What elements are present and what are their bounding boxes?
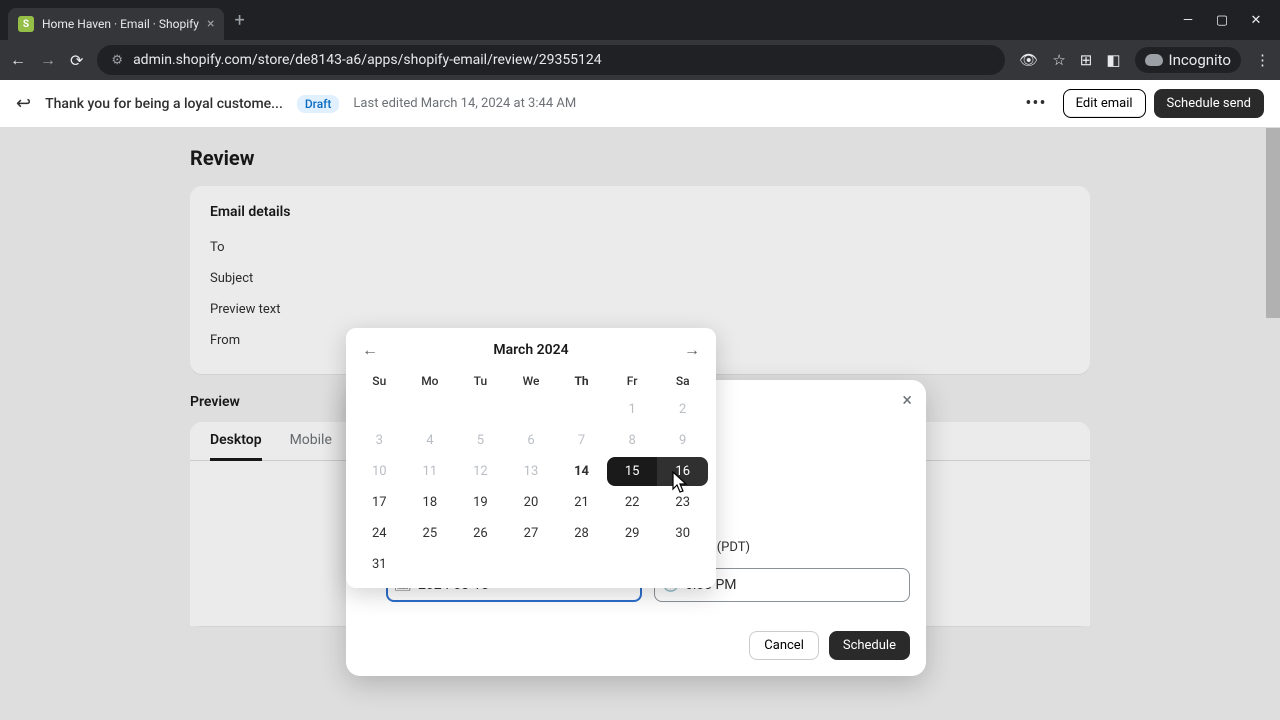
page-body: Review Email details To Subject Preview … xyxy=(0,128,1280,720)
incognito-label: Incognito xyxy=(1169,51,1231,69)
browser-tab-strip: S Home Haven · Email · Shopify × + — ▢ ✕ xyxy=(0,0,1280,40)
schedule-button[interactable]: Schedule xyxy=(829,631,910,660)
calendar-day[interactable]: 28 xyxy=(556,519,607,548)
calendar-dow: We xyxy=(506,368,557,394)
calendar-day[interactable]: 16 xyxy=(657,457,708,486)
last-edited-text: Last edited March 14, 2024 at 3:44 AM xyxy=(353,96,576,111)
calendar-day[interactable]: 19 xyxy=(455,488,506,517)
status-badge: Draft xyxy=(297,95,340,113)
calendar-day: 6 xyxy=(506,426,557,455)
calendar-day: 12 xyxy=(455,457,506,486)
calendar-day[interactable]: 17 xyxy=(354,488,405,517)
calendar-dow: Fr xyxy=(607,368,658,394)
calendar-day: 7 xyxy=(556,426,607,455)
bookmark-star-icon[interactable]: ☆ xyxy=(1052,51,1065,69)
calendar-day[interactable]: 20 xyxy=(506,488,557,517)
calendar-popover: ← March 2024 → SuMoTuWeThFrSa 1234567891… xyxy=(346,328,716,588)
calendar-prev-icon[interactable]: ← xyxy=(362,340,378,360)
calendar-day[interactable]: 25 xyxy=(405,519,456,548)
nav-forward-icon[interactable]: → xyxy=(40,50,56,70)
calendar-day[interactable]: 26 xyxy=(455,519,506,548)
calendar-day: 1 xyxy=(607,395,658,424)
calendar-day[interactable]: 27 xyxy=(506,519,557,548)
calendar-day[interactable]: 31 xyxy=(354,550,405,579)
url-text: admin.shopify.com/store/de8143-a6/apps/s… xyxy=(133,52,602,68)
calendar-dow: Mo xyxy=(405,368,456,394)
calendar-day: 13 xyxy=(506,457,557,486)
calendar-dow: Su xyxy=(354,368,405,394)
calendar-dow: Th xyxy=(556,368,607,394)
browser-menu-icon[interactable]: ⋮ xyxy=(1255,51,1270,69)
calendar-day: 9 xyxy=(657,426,708,455)
incognito-icon xyxy=(1145,54,1163,66)
calendar-month-title: March 2024 xyxy=(493,342,568,358)
calendar-day: 2 xyxy=(657,395,708,424)
reload-icon[interactable]: ⟳ xyxy=(70,51,83,70)
window-controls: — ▢ ✕ xyxy=(1180,13,1272,28)
calendar-day: 10 xyxy=(354,457,405,486)
tab-close-icon[interactable]: × xyxy=(207,16,214,32)
app-header: ↩ Thank you for being a loyal custome...… xyxy=(0,80,1280,128)
calendar-day: 8 xyxy=(607,426,658,455)
schedule-send-button[interactable]: Schedule send xyxy=(1154,89,1264,118)
calendar-dow: Sa xyxy=(657,368,708,394)
incognito-indicator[interactable]: Incognito xyxy=(1135,47,1241,73)
close-window-icon[interactable]: ✕ xyxy=(1248,13,1264,28)
calendar-day[interactable]: 21 xyxy=(556,488,607,517)
modal-close-icon[interactable]: × xyxy=(902,390,912,411)
back-icon[interactable]: ↩ xyxy=(16,93,31,114)
side-panel-icon[interactable]: ◧ xyxy=(1106,51,1120,69)
calendar-day[interactable]: 14 xyxy=(556,457,607,486)
minimize-icon[interactable]: — xyxy=(1180,13,1196,28)
timezone-label: (PDT) xyxy=(717,540,750,555)
cancel-button[interactable]: Cancel xyxy=(749,631,819,660)
nav-back-icon[interactable]: ← xyxy=(10,50,26,70)
extensions-icon[interactable]: ⊞ xyxy=(1080,51,1093,69)
browser-toolbar: ← → ⟳ ⚙ admin.shopify.com/store/de8143-a… xyxy=(0,40,1280,80)
calendar-day[interactable]: 29 xyxy=(607,519,658,548)
calendar-day: 3 xyxy=(354,426,405,455)
calendar-day[interactable]: 24 xyxy=(354,519,405,548)
calendar-day: 5 xyxy=(455,426,506,455)
calendar-day[interactable]: 22 xyxy=(607,488,658,517)
maximize-icon[interactable]: ▢ xyxy=(1214,13,1230,28)
edit-email-button[interactable]: Edit email xyxy=(1063,89,1146,118)
calendar-next-icon[interactable]: → xyxy=(684,340,700,360)
calendar-day[interactable]: 18 xyxy=(405,488,456,517)
more-actions-button[interactable]: ••• xyxy=(1017,89,1054,118)
tab-title: Home Haven · Email · Shopify xyxy=(42,17,199,31)
calendar-day[interactable]: 23 xyxy=(657,488,708,517)
eye-off-icon[interactable]: 👁 xyxy=(1019,51,1038,69)
calendar-day: 4 xyxy=(405,426,456,455)
calendar-dow: Tu xyxy=(455,368,506,394)
url-bar[interactable]: ⚙ admin.shopify.com/store/de8143-a6/apps… xyxy=(97,45,1005,75)
email-title: Thank you for being a loyal custome... xyxy=(45,96,283,112)
calendar-day[interactable]: 15 xyxy=(607,457,658,486)
shopify-favicon-icon: S xyxy=(18,16,34,32)
calendar-day: 11 xyxy=(405,457,456,486)
calendar-day[interactable]: 30 xyxy=(657,519,708,548)
site-settings-icon[interactable]: ⚙ xyxy=(111,53,123,68)
new-tab-button[interactable]: + xyxy=(234,10,244,31)
browser-tab[interactable]: S Home Haven · Email · Shopify × xyxy=(8,8,224,40)
